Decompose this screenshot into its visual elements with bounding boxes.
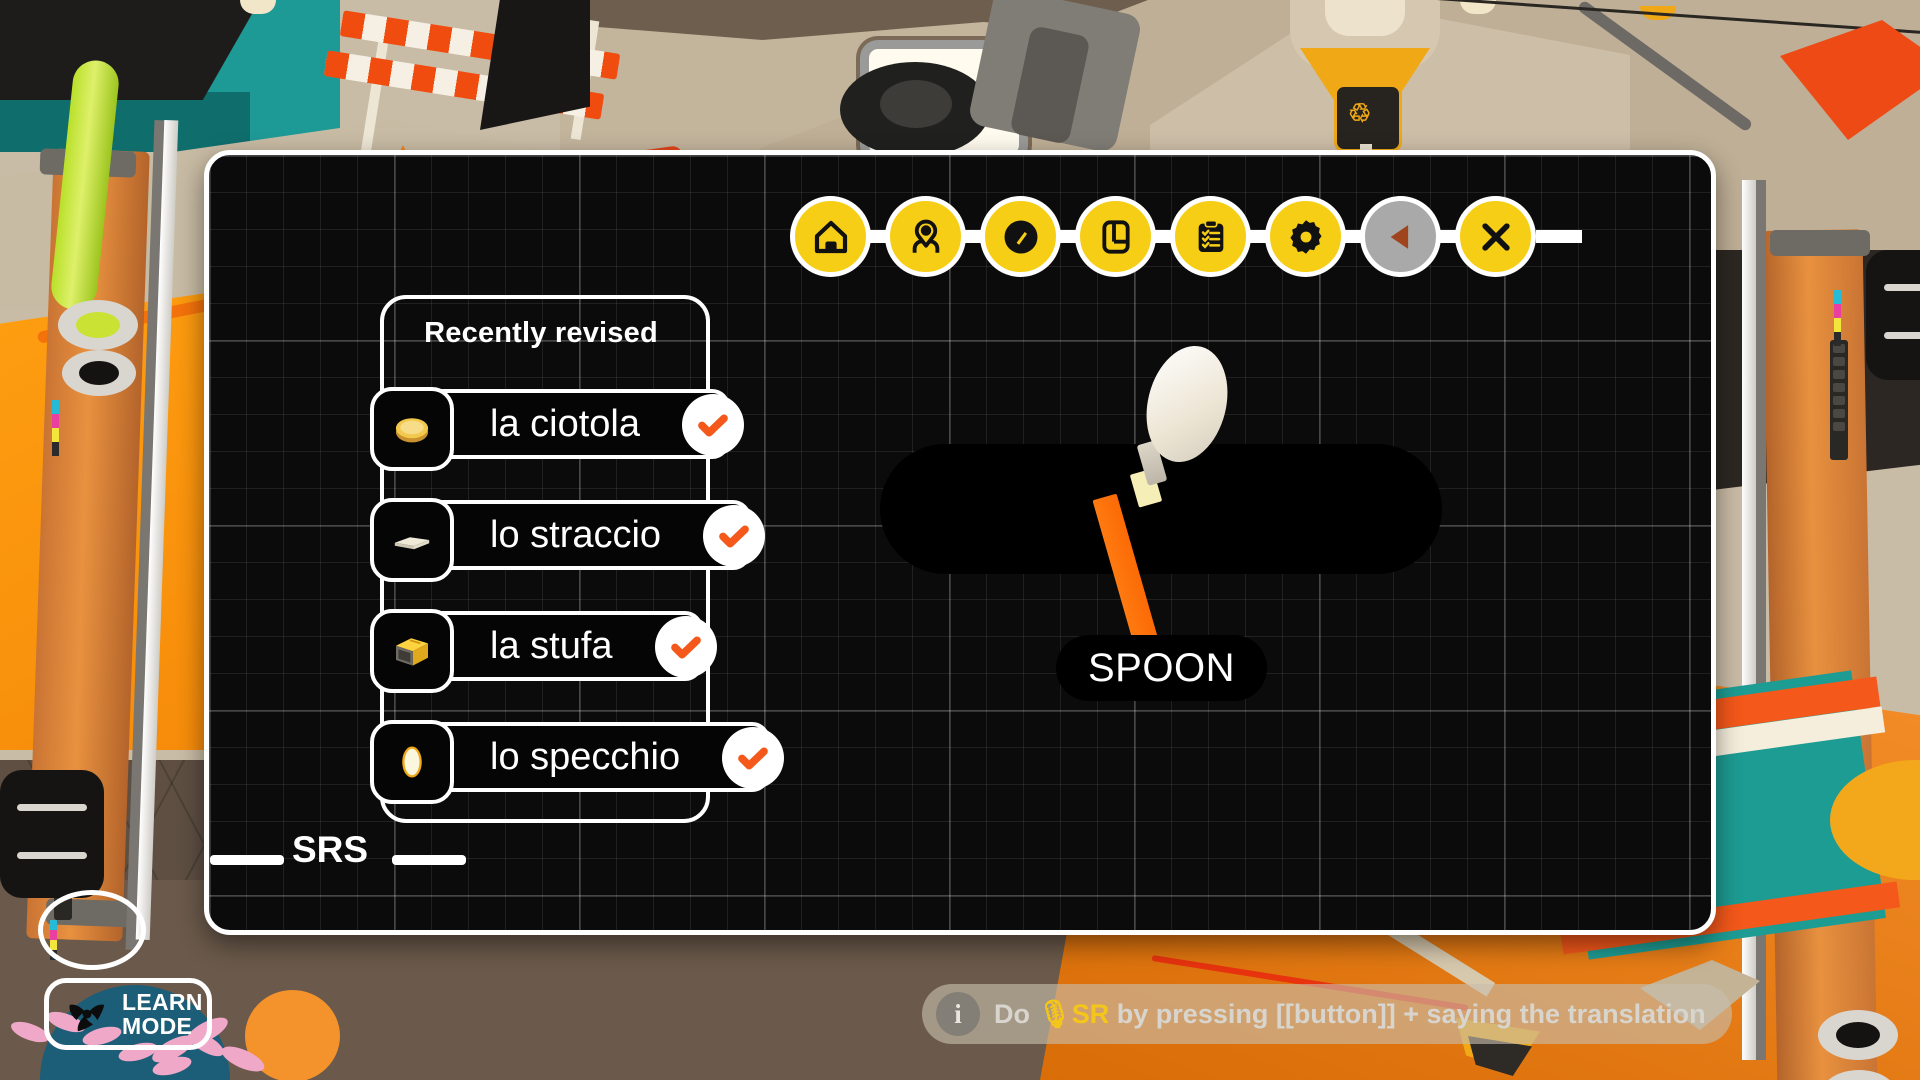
list-item-label: lo straccio — [490, 514, 662, 556]
book-icon — [1096, 216, 1136, 258]
learn-mode-line1: LEARN — [122, 988, 203, 1015]
gear-icon — [1285, 216, 1327, 258]
cloth-icon — [370, 498, 454, 582]
pencil-circle-icon — [999, 215, 1043, 259]
bowl-icon — [370, 387, 454, 471]
list-item[interactable]: lo specchio — [370, 720, 785, 804]
hint-toast: i Do 🎙SR by pressing [[button]] + saying… — [922, 984, 1732, 1044]
person-pin-icon — [905, 216, 947, 258]
hint-text-before: Do — [994, 998, 1038, 1029]
srs-label: SRS — [292, 829, 369, 870]
status-check-badge — [703, 505, 766, 567]
nav-button-settings[interactable] — [1265, 196, 1346, 277]
clipboard-check-icon — [1191, 216, 1231, 258]
top-navigation-bar — [790, 196, 1582, 277]
nav-button-tasks[interactable] — [1170, 196, 1251, 277]
list-item-label: la stufa — [490, 625, 613, 667]
list-item[interactable]: la stufa — [370, 609, 717, 693]
back-arrow-icon — [1382, 218, 1420, 256]
screen: ♲ Recently revised la ciotola lo stracci… — [0, 0, 1920, 1080]
status-check-badge — [722, 727, 785, 789]
machine-column-right — [1762, 229, 1878, 1080]
list-item[interactable]: lo straccio — [370, 498, 766, 582]
list-item[interactable]: la ciotola — [370, 387, 744, 471]
home-icon — [810, 216, 852, 258]
nav-button-back[interactable] — [1360, 196, 1441, 277]
hint-text-highlight: 🎙SR — [1037, 998, 1110, 1029]
info-icon: i — [936, 992, 980, 1036]
close-x-icon — [1476, 217, 1516, 257]
nav-button-edit[interactable] — [980, 196, 1061, 277]
list-title: Recently revised — [424, 317, 658, 349]
status-check-badge — [681, 394, 744, 456]
nav-button-dictionary[interactable] — [1075, 196, 1156, 277]
hint-text: Do 🎙SR by pressing [[button]] + saying t… — [994, 998, 1706, 1029]
list-item-label: la ciotola — [490, 403, 640, 445]
atom-icon — [59, 986, 115, 1042]
object-label-pill: SPOON — [1056, 635, 1267, 701]
nav-button-home[interactable] — [790, 196, 871, 277]
nav-button-profile[interactable] — [885, 196, 966, 277]
display-badge-right — [1866, 250, 1920, 380]
learn-mode-badge: LEARN MODE — [44, 978, 212, 1050]
nav-button-close[interactable] — [1455, 196, 1536, 277]
mirror-icon — [370, 720, 454, 804]
highlight-ring — [38, 890, 146, 970]
srs-divider: SRS — [210, 831, 466, 868]
object-label: SPOON — [1088, 646, 1235, 690]
status-check-badge — [654, 616, 717, 678]
hint-text-after: by pressing [[button]] + saying the tran… — [1109, 998, 1706, 1029]
learn-mode-label: LEARN MODE — [122, 990, 203, 1038]
list-item-label: lo specchio — [490, 736, 681, 778]
spoon-icon — [1060, 337, 1280, 645]
learn-mode-line2: MODE — [122, 1013, 193, 1039]
heater-icon — [370, 609, 454, 693]
display-badge-left — [0, 770, 104, 898]
